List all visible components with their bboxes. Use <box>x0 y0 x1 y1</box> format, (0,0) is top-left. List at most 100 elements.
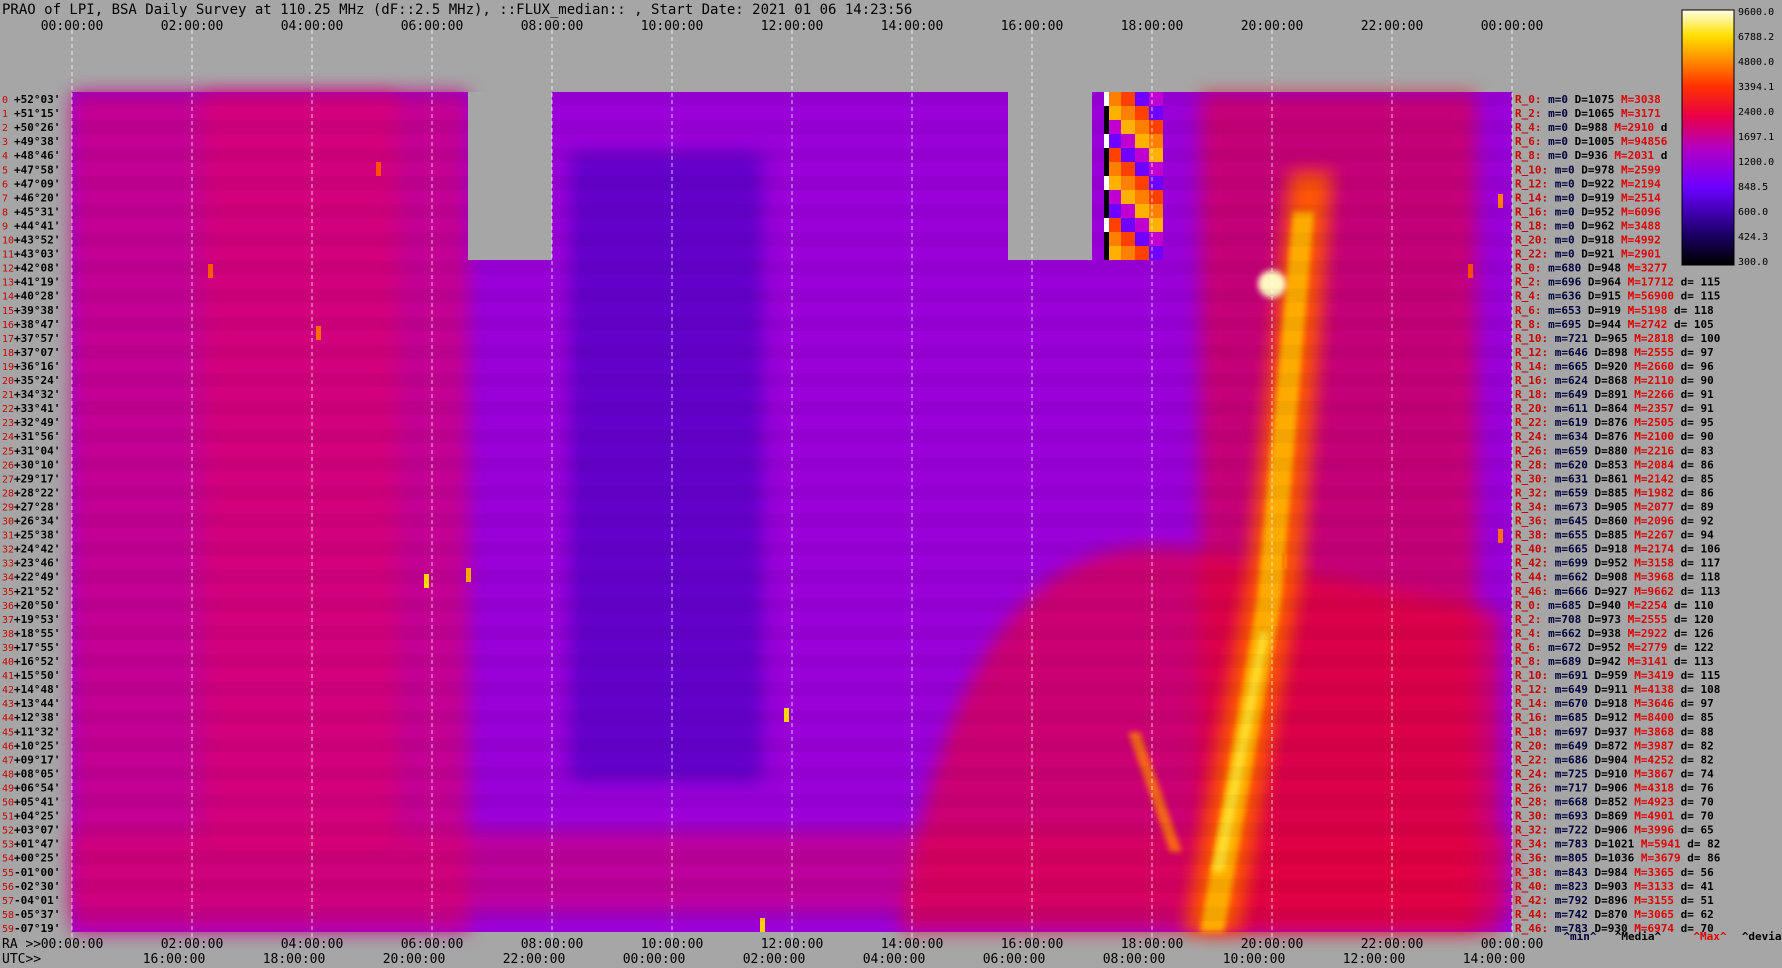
beam-stat-field: R_18: <box>1515 219 1548 232</box>
beam-stat-row: R_18: m=0 D=962 M=3488 <box>1515 219 1661 232</box>
ra-tick: 18:00:00 <box>1121 937 1184 952</box>
beam-stat-field: D=918 <box>1588 543 1628 556</box>
rfi-cell <box>1107 92 1121 106</box>
beam-stat-field: M=3867 <box>1628 767 1674 780</box>
rfi-cell <box>1149 218 1163 232</box>
beam-stat-row: R_10: m=721 D=965 M=2818 d= 100 <box>1515 332 1720 345</box>
beam-stat-field: M=94856 <box>1614 135 1667 148</box>
rfi-cell <box>1135 106 1149 120</box>
beam-stat-field: M=9662 <box>1628 585 1674 598</box>
beam-stat-field: d= 76 <box>1674 781 1714 794</box>
beam-stat-field: M=5941 <box>1634 838 1681 851</box>
beam-stat-field: M=2096 <box>1628 515 1675 528</box>
beam-stat-field: M=8400 <box>1628 711 1674 724</box>
beam-stat-field: R_46: <box>1515 585 1548 598</box>
beam-stat-field: D=938 <box>1581 627 1621 640</box>
top-time-tick: 18:00:00 <box>1121 19 1184 34</box>
rfi-cell <box>1121 148 1135 162</box>
beam-stat-field: M=3868 <box>1628 725 1674 738</box>
rfi-cell <box>1135 190 1149 204</box>
beam-stat-field: R_34: <box>1515 500 1548 513</box>
beam-stat-field: D=852 <box>1588 796 1628 809</box>
declination-label: +18°55' <box>14 627 60 640</box>
declination-label: +33°41' <box>14 402 60 415</box>
row-index: 47 <box>2 755 14 766</box>
declination-label: +49°38' <box>14 135 60 148</box>
beam-stat-field: d= 126 <box>1667 627 1714 640</box>
beam-stat-field: D=940 <box>1581 599 1621 612</box>
beam-stat-field: d= 106 <box>1674 543 1721 556</box>
beam-stat-field: D=1021 <box>1588 838 1635 851</box>
beam-stat-field: R_24: <box>1515 767 1548 780</box>
beam-stat-field: m=634 <box>1548 430 1588 443</box>
beam-stat-field: m=0 <box>1542 135 1569 148</box>
beam-stat-row: R_28: m=620 D=853 M=2084 d= 86 <box>1515 458 1714 471</box>
utc-tick: 22:00:00 <box>503 952 566 967</box>
beam-stat-field: R_34: <box>1515 838 1548 851</box>
beam-stat-row: R_38: m=843 D=984 M=3365 d= 56 <box>1515 866 1714 879</box>
beam-stat-field: M=2514 <box>1614 191 1661 204</box>
beam-stat-row: R_32: m=722 D=906 M=3996 d= 65 <box>1515 824 1714 837</box>
beam-stat-field: R_42: <box>1515 894 1548 907</box>
declination-label: +42°08' <box>14 262 60 275</box>
beam-stat-row: R_30: m=631 D=861 M=2142 d= 85 <box>1515 472 1714 485</box>
beam-stat-field: R_22: <box>1515 248 1548 261</box>
beam-stat-field: d= 91 <box>1674 388 1714 401</box>
beam-stat-field: R_0: <box>1515 599 1542 612</box>
rfi-marker <box>1104 232 1109 246</box>
beam-stat-field: M=2599 <box>1614 163 1660 176</box>
beam-stat-row: R_10: m=691 D=959 M=3419 d= 115 <box>1515 669 1720 682</box>
row-index: 26 <box>2 460 14 471</box>
beam-stat-field: m=649 <box>1548 739 1588 752</box>
rfi-cell <box>1149 162 1163 176</box>
beam-stat-field: R_4: <box>1515 290 1542 303</box>
beam-stat-field: d= 82 <box>1681 838 1721 851</box>
row-index: 46 <box>2 741 14 752</box>
beam-stat-row: R_40: m=823 D=903 M=3133 d= 41 <box>1515 880 1714 893</box>
beam-stat-field: d= 122 <box>1667 641 1713 654</box>
rfi-cell <box>1135 148 1149 162</box>
point-source-7 <box>1282 554 1287 568</box>
top-time-tick: 00:00:00 <box>41 19 104 34</box>
declination-label: +48°46' <box>14 149 60 162</box>
beam-stat-field: d= 110 <box>1667 599 1713 612</box>
declination-label: -04°01' <box>14 894 60 907</box>
beam-stat-field: D=918 <box>1588 697 1628 710</box>
beam-stat-row: R_0: m=685 D=940 M=2254 d= 110 <box>1515 599 1714 612</box>
beam-stat-field: d= 56 <box>1674 866 1714 879</box>
row-index: 17 <box>2 334 14 345</box>
beam-stat-field: R_10: <box>1515 669 1548 682</box>
declination-label: +31°04' <box>14 444 60 457</box>
beam-stat-field: d= 62 <box>1674 908 1714 921</box>
beam-stat-field: R_20: <box>1515 234 1548 247</box>
beam-stat-field: d <box>1654 149 1667 162</box>
beam-stat-row: R_4: m=0 D=988 M=2910 d <box>1515 121 1667 134</box>
beam-stat-field: M=2266 <box>1628 388 1675 401</box>
beam-stat-field: D=903 <box>1588 880 1628 893</box>
declination-label: +31°56' <box>14 430 60 443</box>
beam-stat-field: m=823 <box>1548 880 1588 893</box>
beam-stat-field: M=2194 <box>1614 177 1661 190</box>
beam-stat-field: m=691 <box>1548 669 1588 682</box>
beam-stat-field: m=792 <box>1548 894 1588 907</box>
declination-label: +01°47' <box>14 838 60 851</box>
beam-stat-field: R_38: <box>1515 866 1548 879</box>
beam-stat-field: m=668 <box>1548 796 1588 809</box>
beam-stat-field: M=2216 <box>1628 444 1675 457</box>
beam-stat-field: m=0 <box>1548 234 1575 247</box>
beam-stat-field: R_0: <box>1515 93 1542 106</box>
colorbar-tick: 9600.0 <box>1738 7 1774 18</box>
beam-stat-field: d= 105 <box>1667 318 1713 331</box>
beam-stat-field: m=717 <box>1548 781 1588 794</box>
beam-stat-field: R_4: <box>1515 121 1542 134</box>
beam-stat-field: D=1005 <box>1568 135 1614 148</box>
beam-stat-field: M=6096 <box>1614 205 1661 218</box>
row-index: 58 <box>2 910 14 921</box>
rfi-cell <box>1121 162 1135 176</box>
top-time-tick: 10:00:00 <box>641 19 704 34</box>
declination-label: +00°25' <box>14 852 60 865</box>
beam-stat-field: D=920 <box>1588 360 1628 373</box>
row-index: 22 <box>2 404 14 415</box>
beam-stat-field: R_0: <box>1515 262 1542 275</box>
beam-stat-field: D=927 <box>1588 585 1628 598</box>
